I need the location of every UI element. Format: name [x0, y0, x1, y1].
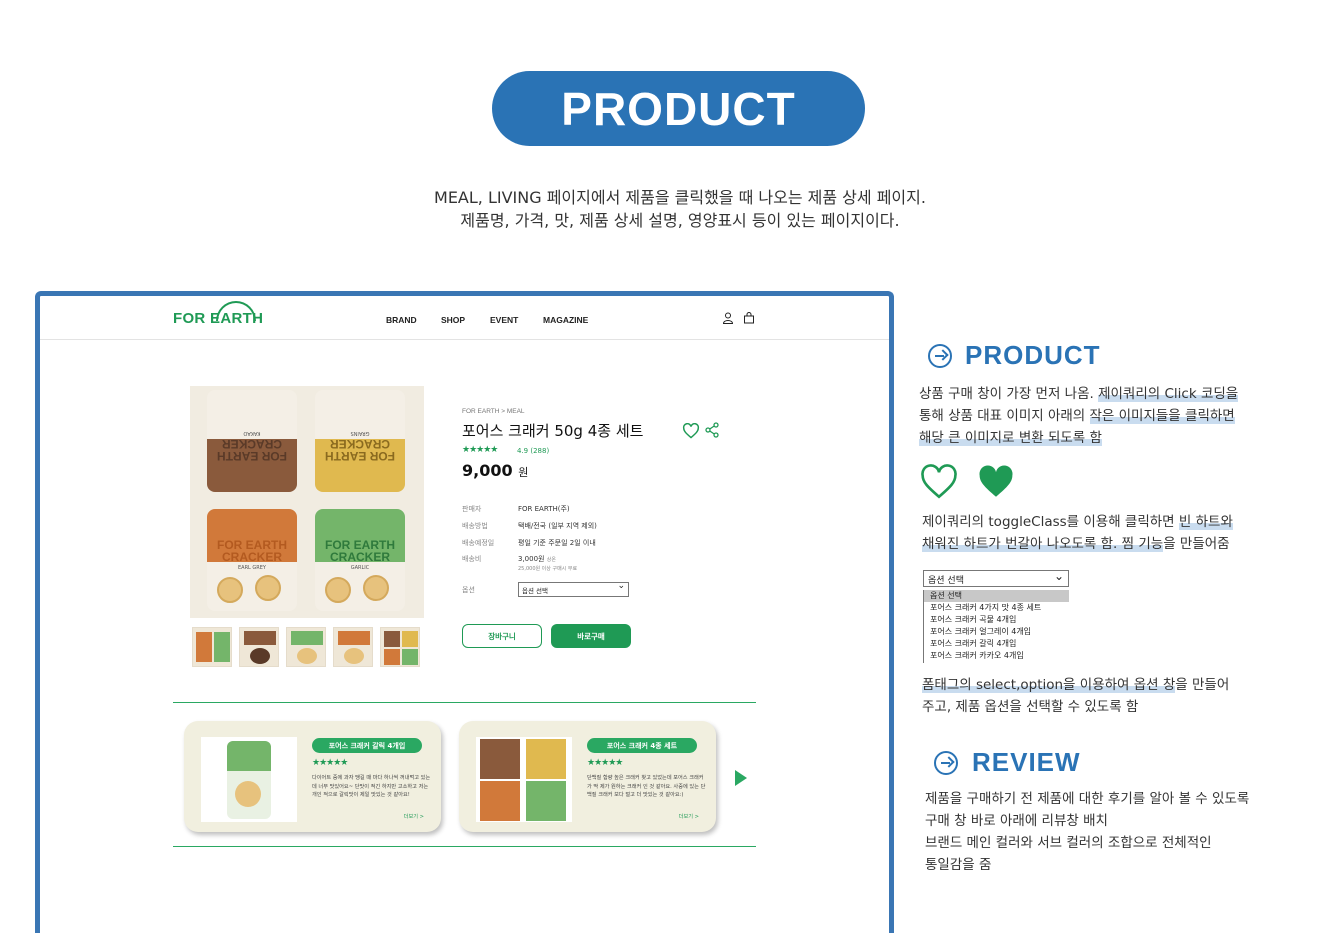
divider-top [173, 702, 756, 703]
review-1-product-tag: 포어스 크래커 갈릭 4개입 [312, 738, 422, 753]
arrow-circle-icon [934, 751, 958, 775]
empty-heart-icon[interactable] [919, 464, 959, 500]
info-value-shipping-fee: 3,000원 상온 25,000원 이상 구매시 무료 [518, 554, 577, 572]
demo-option[interactable]: 포어스 크래커 얼그레이 4개입 [924, 626, 1069, 638]
nav-brand[interactable]: BRAND [386, 315, 417, 325]
add-to-cart-button[interactable]: 장바구니 [462, 624, 542, 648]
info-value-shipping-method: 택배/전국 (일부 지역 제외) [518, 522, 597, 530]
nav-event[interactable]: EVENT [490, 315, 518, 325]
product-thumbnail-2[interactable] [239, 627, 279, 667]
info-key-seller: 판매자 [462, 505, 482, 513]
page-title-pill: PRODUCT [492, 71, 865, 146]
info-key-shipping-method: 배송방법 [462, 522, 488, 530]
select-note: 폼태그의 select,option을 이용하여 옵션 창을 만들어 주고, 제… [922, 677, 1230, 715]
option-label: 옵션 [462, 586, 475, 594]
filled-heart-icon[interactable] [975, 464, 1017, 500]
product-price: 9,000 원 [462, 461, 528, 480]
option-select[interactable]: 옵션 선택 [518, 581, 629, 597]
review-1-stars: ★★★★★ [312, 758, 348, 768]
shipping-fee-note: 25,000원 이상 구매시 무료 [518, 566, 578, 572]
review-2-stars: ★★★★★ [587, 758, 623, 768]
arrow-circle-icon [928, 344, 952, 368]
bag-garlic: FOR EARTH CRACKER GARLIC [315, 509, 405, 611]
bag-earlgrey: FOR EARTH CRACKER EARL GREY [207, 509, 297, 611]
browser-mockup: FOR EARTH BRAND SHOP EVENT MAGAZINE FOR … [35, 291, 894, 933]
product-note: 상품 구매 창이 가장 먼저 나옴. 제이쿼리의 Click 코딩을 통해 상품… [919, 386, 1239, 446]
site-nav: FOR EARTH BRAND SHOP EVENT MAGAZINE [40, 296, 889, 340]
cart-icon[interactable] [743, 312, 755, 324]
review-1-text: 다이어트 중에 과자 땡길 때 마다 하나씩 꺼내먹고 있는데 너무 맛있어요~… [312, 775, 431, 798]
demo-option-list: 옵션 선택 포어스 크래커 4가지 맛 4종 세트 포어스 크래커 곡물 4개입… [923, 590, 1069, 663]
review-card-2[interactable]: 포어스 크래커 4종 세트 ★★★★★ 단백질 함량 높은 크래커 찾고 있었는… [459, 721, 716, 832]
site-logo[interactable]: FOR EARTH [173, 310, 263, 327]
bag-kakao: FOR EARTH CRACKER KAKAO [207, 390, 297, 492]
buy-now-button[interactable]: 바로구매 [551, 624, 631, 648]
product-thumbnail-3[interactable] [286, 627, 326, 667]
review-next-arrow-icon[interactable] [735, 770, 747, 786]
bag-grains: FOR EARTH CRACKER GRAINS [315, 390, 405, 492]
nav-magazine[interactable]: MAGAZINE [543, 315, 588, 325]
product-main-image: FOR EARTH CRACKER KAKAO FOR EARTH CRACKE… [190, 386, 424, 618]
rating-value: 4.9 (288) [517, 447, 550, 455]
product-thumbnail-5[interactable] [380, 627, 420, 667]
info-value-delivery-date: 평일 기준 주문일 2일 이내 [518, 539, 596, 547]
user-icon[interactable] [722, 312, 734, 324]
review-2-more-link[interactable]: 더보기 > [679, 813, 699, 820]
nav-shop[interactable]: SHOP [441, 315, 465, 325]
price-value: 9,000 [462, 461, 513, 480]
section-title-review: REVIEW [972, 747, 1081, 777]
review-note: 제품을 구매하기 전 제품에 대한 후기를 알아 볼 수 있도록 구매 창 바로… [925, 791, 1250, 873]
heart-note: 제이쿼리의 toggleClass를 이용해 클릭하면 빈 하트와 채워진 하트… [922, 514, 1233, 552]
review-2-product-tag: 포어스 크래커 4종 세트 [587, 738, 697, 753]
shipping-fee-suffix: 상온 [546, 557, 556, 563]
review-1-more-link[interactable]: 더보기 > [404, 813, 424, 820]
section-title-product: PRODUCT [965, 340, 1101, 370]
product-title: 포어스 크래커 50g 4종 세트 [462, 422, 644, 440]
divider-bottom [173, 846, 756, 847]
demo-option[interactable]: 옵션 선택 [924, 590, 1069, 602]
info-key-delivery-date: 배송예정일 [462, 539, 495, 547]
demo-option[interactable]: 포어스 크래커 곡물 4개입 [924, 614, 1069, 626]
product-thumbnail-1[interactable] [192, 627, 232, 667]
demo-option-select[interactable]: 옵션 선택 [923, 569, 1069, 587]
info-key-shipping-fee: 배송비 [462, 555, 482, 563]
breadcrumb[interactable]: FOR EARTH > MEAL [462, 408, 525, 415]
product-thumbnail-4[interactable] [333, 627, 373, 667]
demo-option[interactable]: 포어스 크래커 4가지 맛 4종 세트 [924, 602, 1069, 614]
price-currency: 원 [518, 466, 529, 479]
info-value-seller: FOR EARTH(주) [518, 505, 570, 513]
review-card-1[interactable]: 포어스 크래커 갈릭 4개입 ★★★★★ 다이어트 중에 과자 땡길 때 마다 … [184, 721, 441, 832]
review-2-text: 단백질 함량 높은 크래커 찾고 있었는데 포어스 크래커가 딱 제가 원하는 … [587, 775, 706, 798]
share-icon[interactable] [704, 422, 720, 438]
intro-line-2: 제품명, 가격, 맛, 제품 상세 설명, 영양표시 등이 있는 페이지이다. [460, 211, 900, 230]
demo-option[interactable]: 포어스 크래커 갈릭 4개입 [924, 638, 1069, 650]
rating-stars: ★★★★★ [462, 445, 498, 455]
wishlist-heart-icon[interactable] [682, 423, 700, 439]
demo-option[interactable]: 포어스 크래커 카카오 4개입 [924, 650, 1069, 662]
shipping-fee-amount: 3,000원 [518, 555, 545, 563]
intro-line-1: MEAL, LIVING 페이지에서 제품을 클릭했을 때 나오는 제품 상세 … [434, 188, 926, 207]
review-2-image [476, 737, 572, 822]
review-1-image [201, 737, 297, 822]
